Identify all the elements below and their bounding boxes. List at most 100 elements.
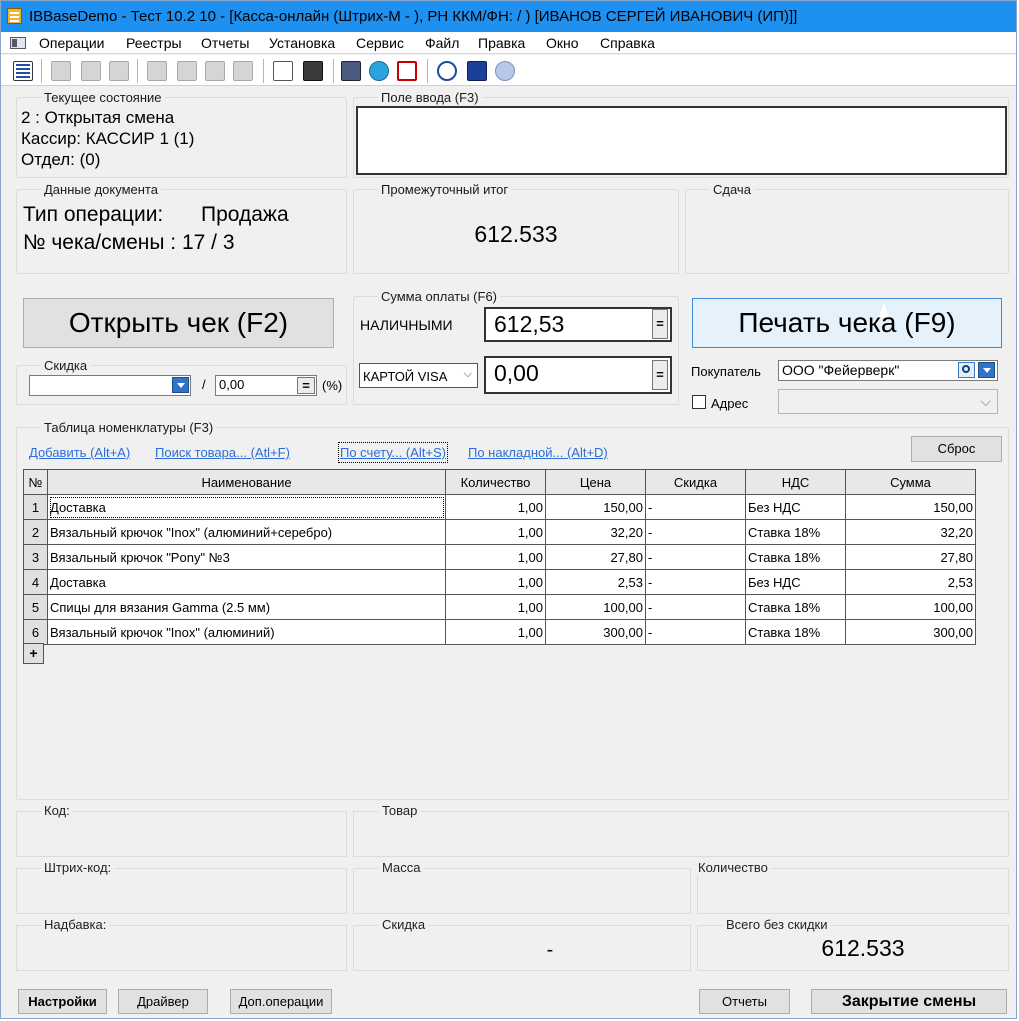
row-discount[interactable]: - bbox=[645, 619, 746, 645]
row-discount[interactable]: - bbox=[645, 544, 746, 570]
row-discount[interactable]: - bbox=[645, 594, 746, 620]
print-check-button[interactable]: Печать чека (F9) bbox=[692, 298, 1002, 348]
row-name[interactable]: Вязальный крючок "Inox" (алюминий) bbox=[47, 619, 446, 645]
copy-icon[interactable] bbox=[51, 61, 71, 81]
system-menu-icon[interactable] bbox=[10, 37, 26, 49]
row-sum[interactable]: 2,53 bbox=[845, 569, 976, 595]
row-price[interactable]: 100,00 bbox=[545, 594, 646, 620]
row-price[interactable]: 300,00 bbox=[545, 619, 646, 645]
col-discount[interactable]: Скидка bbox=[645, 469, 746, 495]
access-icon[interactable] bbox=[397, 61, 417, 81]
card-calc-button[interactable]: = bbox=[652, 360, 668, 390]
table-row[interactable]: 1 Доставка 1,00 150,00 - Без НДС 150,00 bbox=[23, 494, 976, 520]
row-discount[interactable]: - bbox=[645, 519, 746, 545]
add-link[interactable]: Добавить (Alt+A) bbox=[29, 445, 130, 460]
row-price[interactable]: 32,20 bbox=[545, 519, 646, 545]
reports-button[interactable]: Отчеты bbox=[699, 989, 790, 1014]
discount-dropdown-icon[interactable] bbox=[172, 377, 189, 393]
calculator-icon[interactable] bbox=[303, 61, 323, 81]
by-invoice-link[interactable]: По счету... (Alt+S) bbox=[338, 442, 448, 463]
col-price[interactable]: Цена bbox=[545, 469, 646, 495]
row-vat[interactable]: Ставка 18% bbox=[745, 519, 846, 545]
cash-calc-button[interactable]: = bbox=[652, 309, 668, 339]
search-icon[interactable] bbox=[958, 362, 975, 378]
row-quantity[interactable]: 1,00 bbox=[445, 544, 546, 570]
discount-select[interactable] bbox=[29, 375, 191, 396]
picture-icon[interactable] bbox=[467, 61, 487, 81]
by-waybill-link[interactable]: По накладной... (Alt+D) bbox=[468, 445, 608, 460]
document-icon[interactable] bbox=[233, 61, 253, 81]
input-field[interactable] bbox=[356, 106, 1007, 175]
cut-icon[interactable] bbox=[109, 61, 129, 81]
table-row[interactable]: 6 Вязальный крючок "Inox" (алюминий) 1,0… bbox=[23, 619, 976, 645]
row-name[interactable]: Спицы для вязания Gamma (2.5 мм) bbox=[47, 594, 446, 620]
row-sum[interactable]: 27,80 bbox=[845, 544, 976, 570]
calendar-icon[interactable] bbox=[273, 61, 293, 81]
driver-button[interactable]: Драйвер bbox=[118, 989, 208, 1014]
row-discount[interactable]: - bbox=[645, 569, 746, 595]
menu-help[interactable]: Справка bbox=[600, 34, 655, 52]
open-check-button[interactable]: Открыть чек (F2) bbox=[23, 298, 334, 348]
row-discount[interactable]: - bbox=[645, 494, 746, 520]
print-icon[interactable] bbox=[147, 61, 167, 81]
row-quantity[interactable]: 1,00 bbox=[445, 494, 546, 520]
row-quantity[interactable]: 1,00 bbox=[445, 569, 546, 595]
table-row[interactable]: 5 Спицы для вязания Gamma (2.5 мм) 1,00 … bbox=[23, 594, 976, 620]
row-price[interactable]: 150,00 bbox=[545, 494, 646, 520]
paste-icon[interactable] bbox=[81, 61, 101, 81]
row-name[interactable]: Вязальный крючок "Inox" (алюминий+серебр… bbox=[47, 519, 446, 545]
menu-registers[interactable]: Реестры bbox=[126, 34, 182, 52]
menu-service[interactable]: Сервис bbox=[356, 34, 404, 52]
extra-operations-button[interactable]: Доп.операции bbox=[230, 989, 332, 1014]
row-quantity[interactable]: 1,00 bbox=[445, 619, 546, 645]
settings-flower-icon[interactable] bbox=[495, 61, 515, 81]
add-row-button[interactable]: + bbox=[23, 643, 44, 664]
row-price[interactable]: 2,53 bbox=[545, 569, 646, 595]
menu-setup[interactable]: Установка bbox=[269, 34, 335, 52]
card-amount-input[interactable]: 0,00 bbox=[484, 356, 672, 394]
close-shift-button[interactable]: Закрытие смены bbox=[811, 989, 1007, 1014]
row-vat[interactable]: Ставка 18% bbox=[745, 544, 846, 570]
row-vat[interactable]: Ставка 18% bbox=[745, 619, 846, 645]
address-select[interactable]: ⌵ bbox=[778, 389, 998, 414]
col-quantity[interactable]: Количество bbox=[445, 469, 546, 495]
row-price[interactable]: 27,80 bbox=[545, 544, 646, 570]
table-row[interactable]: 2 Вязальный крючок "Inox" (алюминий+сере… bbox=[23, 519, 976, 545]
row-quantity[interactable]: 1,00 bbox=[445, 594, 546, 620]
row-sum[interactable]: 300,00 bbox=[845, 619, 976, 645]
search-product-link[interactable]: Поиск товара... (Atl+F) bbox=[155, 445, 290, 460]
row-sum[interactable]: 150,00 bbox=[845, 494, 976, 520]
col-vat[interactable]: НДС bbox=[745, 469, 846, 495]
compass-icon[interactable] bbox=[437, 61, 457, 81]
menu-operations[interactable]: Операции bbox=[39, 34, 105, 52]
settings-button[interactable]: Настройки bbox=[18, 989, 107, 1014]
discount-calc-button[interactable]: = bbox=[297, 377, 315, 394]
col-name[interactable]: Наименование bbox=[47, 469, 446, 495]
row-quantity[interactable]: 1,00 bbox=[445, 519, 546, 545]
address-checkbox[interactable] bbox=[692, 395, 706, 409]
grid-view-icon[interactable] bbox=[16, 64, 30, 78]
row-sum[interactable]: 32,20 bbox=[845, 519, 976, 545]
menu-reports[interactable]: Отчеты bbox=[201, 34, 249, 52]
book-icon[interactable] bbox=[341, 61, 361, 81]
menu-file[interactable]: Файл bbox=[425, 34, 459, 52]
row-name[interactable]: Доставка bbox=[47, 494, 446, 520]
reset-button[interactable]: Сброс bbox=[911, 436, 1002, 462]
row-vat[interactable]: Без НДС bbox=[745, 494, 846, 520]
col-sum[interactable]: Сумма bbox=[845, 469, 976, 495]
discount-percent-input[interactable]: 0,00 = bbox=[215, 375, 317, 396]
row-name[interactable]: Вязальный крючок "Pony" №3 bbox=[47, 544, 446, 570]
table-row[interactable]: 3 Вязальный крючок "Pony" №3 1,00 27,80 … bbox=[23, 544, 976, 570]
buyer-dropdown-icon[interactable] bbox=[978, 362, 995, 378]
card-type-select[interactable]: КАРТОЙ VISA ⌵ bbox=[359, 363, 478, 388]
table-row[interactable]: 4 Доставка 1,00 2,53 - Без НДС 2,53 bbox=[23, 569, 976, 595]
cash-amount-input[interactable]: 612,53 bbox=[484, 307, 672, 342]
row-vat[interactable]: Ставка 18% bbox=[745, 594, 846, 620]
row-sum[interactable]: 100,00 bbox=[845, 594, 976, 620]
row-vat[interactable]: Без НДС bbox=[745, 569, 846, 595]
print-preview-icon[interactable] bbox=[177, 61, 197, 81]
image-icon[interactable] bbox=[205, 61, 225, 81]
skype-icon[interactable] bbox=[369, 61, 389, 81]
menu-edit[interactable]: Правка bbox=[478, 34, 525, 52]
col-number[interactable]: № bbox=[23, 469, 48, 495]
